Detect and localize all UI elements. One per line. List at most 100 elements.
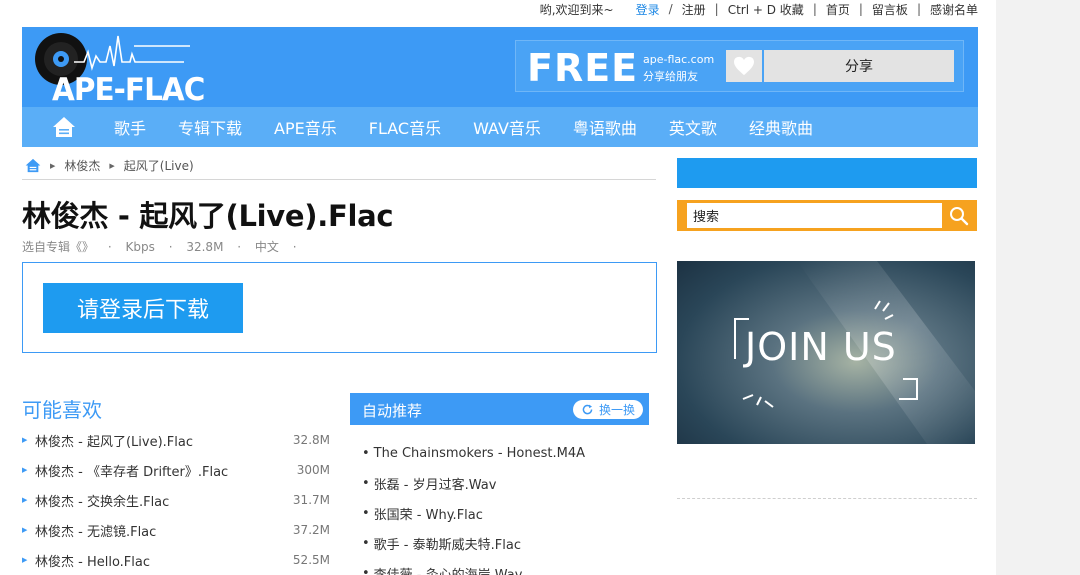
album-info[interactable]: 选自专辑《》: [22, 240, 94, 254]
breadcrumb-home-icon[interactable]: [25, 158, 41, 173]
song-link[interactable]: 张磊 - 岁月过客.Wav: [374, 474, 497, 493]
download-box: 请登录后下载: [22, 262, 657, 353]
language-info: 中文: [254, 240, 279, 254]
join-us-text: JOIN US: [745, 325, 897, 369]
list-item[interactable]: • 李佳薇 - 灸心的海岸.Wav: [362, 558, 652, 575]
promo-share-text: 分享给朋友: [643, 70, 698, 83]
nav-item-albums[interactable]: 专辑下载: [178, 115, 242, 139]
song-link[interactable]: 林俊杰 - 交换余生.Flac: [35, 491, 169, 510]
list-item[interactable]: • 歌手 - 泰勒斯威夫特.Flac: [362, 528, 652, 558]
song-link[interactable]: 李佳薇 - 灸心的海岸.Wav: [374, 564, 523, 575]
list-item[interactable]: ▶ 林俊杰 - 起风了(Live).Flac 32.8M: [22, 425, 330, 455]
promo-free-text: FREE: [527, 46, 639, 90]
site-header: APE-FLAC FREE ape-flac.com 分享给朋友 分享: [22, 27, 978, 108]
register-link[interactable]: 注册: [682, 1, 706, 18]
song-link[interactable]: 林俊杰 - 无滤镜.Flac: [35, 521, 156, 540]
page-right-gutter: [996, 0, 1080, 575]
refresh-icon: [582, 404, 593, 415]
share-button[interactable]: 分享: [764, 50, 954, 82]
meta-dot: ·: [168, 240, 173, 254]
bullet-icon: •: [362, 505, 370, 521]
main-nav: 歌手 专辑下载 APE音乐 FLAC音乐 WAV音乐 粤语歌曲 英文歌 经典歌曲: [22, 107, 978, 147]
bullet-icon: ▶: [22, 436, 28, 444]
song-size: 31.7M: [292, 493, 330, 507]
home-link[interactable]: 首页: [826, 1, 850, 18]
search-button[interactable]: [943, 201, 975, 230]
refresh-button[interactable]: 换一换: [573, 400, 643, 419]
nav-item-english[interactable]: 英文歌: [669, 115, 717, 139]
meta-dot: ·: [107, 240, 112, 254]
recommend-header: 自动推荐 换一换: [350, 393, 649, 425]
divider: |: [858, 2, 863, 16]
breadcrumb: ▶ 林俊杰 ▶ 起风了(Live): [22, 152, 656, 180]
nav-item-flac[interactable]: FLAC音乐: [369, 115, 441, 139]
size-info: 32.8M: [186, 240, 224, 254]
search-icon: [950, 206, 969, 225]
login-to-download-button[interactable]: 请登录后下载: [43, 283, 243, 333]
song-link[interactable]: 林俊杰 - 《幸存者 Drifter》.Flac: [35, 461, 228, 480]
bullet-icon: ▶: [22, 526, 28, 534]
slash-separator: /: [668, 2, 673, 16]
divider: |: [916, 2, 921, 16]
sidebar-banner: [677, 158, 977, 188]
list-item[interactable]: ▶ 林俊杰 - 无滤镜.Flac 37.2M: [22, 515, 330, 545]
login-link[interactable]: 登录: [636, 1, 660, 18]
list-item[interactable]: ▶ 林俊杰 - 《幸存者 Drifter》.Flac 300M: [22, 455, 330, 485]
recommend-list: • The Chainsmokers - Honest.M4A • 张磊 - 岁月过…: [362, 438, 652, 575]
breadcrumb-artist[interactable]: 林俊杰: [64, 157, 100, 174]
thanks-link[interactable]: 感谢名单: [930, 1, 978, 18]
logo-text: APE-FLAC: [52, 72, 205, 108]
site-logo[interactable]: APE-FLAC: [34, 32, 214, 108]
heart-button[interactable]: [726, 50, 762, 82]
list-item[interactable]: • 张磊 - 岁月过客.Wav: [362, 468, 652, 498]
song-link[interactable]: The Chainsmokers - Honest.M4A: [374, 446, 585, 461]
meta-dot: ·: [292, 240, 297, 254]
nav-item-ape[interactable]: APE音乐: [274, 115, 337, 139]
song-link[interactable]: 林俊杰 - Hello.Flac: [35, 551, 150, 570]
list-item[interactable]: ▶ 林俊杰 - 交换余生.Flac 31.7M: [22, 485, 330, 515]
bitrate-info: Kbps: [125, 240, 155, 254]
song-link[interactable]: 林俊杰 - 起风了(Live).Flac: [35, 431, 193, 450]
song-size: 32.8M: [292, 433, 330, 447]
search-input[interactable]: [687, 203, 942, 228]
nav-item-wav[interactable]: WAV音乐: [473, 115, 541, 139]
meta-dot: ·: [237, 240, 242, 254]
divider: |: [714, 2, 719, 16]
breadcrumb-arrow-icon: ▶: [109, 161, 115, 170]
top-bar: 哟,欢迎到来~ 登录 / 注册 | Ctrl + D 收藏 | 首页 | 留言板…: [540, 0, 978, 18]
welcome-text: 哟,欢迎到来~: [539, 2, 614, 17]
maybe-like-heading: 可能喜欢: [22, 398, 102, 422]
song-link[interactable]: 歌手 - 泰勒斯威夫特.Flac: [374, 534, 521, 553]
list-item[interactable]: ▶ 林俊杰 - Hello.Flac 52.5M: [22, 545, 330, 575]
song-size: 52.5M: [292, 553, 330, 567]
search-box: [677, 200, 977, 231]
sidebar-divider: [677, 498, 977, 499]
bullet-icon: •: [362, 475, 370, 491]
bullet-icon: •: [362, 565, 370, 575]
bookmark-link[interactable]: Ctrl + D 收藏: [728, 1, 804, 18]
breadcrumb-arrow-icon: ▶: [50, 161, 56, 170]
bullet-icon: ▶: [22, 466, 28, 474]
song-size: 37.2M: [292, 523, 330, 537]
guestbook-link[interactable]: 留言板: [872, 1, 908, 18]
share-promo-banner: FREE ape-flac.com 分享给朋友 分享: [515, 40, 964, 92]
bullet-icon: ▶: [22, 556, 28, 564]
list-item[interactable]: • 张国荣 - Why.Flac: [362, 498, 652, 528]
bullet-icon: •: [362, 445, 370, 461]
song-size: 300M: [296, 463, 330, 477]
nav-item-cantonese[interactable]: 粤语歌曲: [573, 115, 637, 139]
promo-site-text: ape-flac.com: [643, 53, 715, 66]
heart-icon: [734, 56, 754, 76]
nav-home-button[interactable]: [52, 115, 76, 139]
song-link[interactable]: 张国荣 - Why.Flac: [374, 504, 483, 523]
breadcrumb-song: 起风了(Live): [123, 159, 194, 173]
bullet-icon: ▶: [22, 496, 28, 504]
nav-item-classic[interactable]: 经典歌曲: [749, 115, 813, 139]
nav-item-singers[interactable]: 歌手: [114, 115, 146, 139]
list-item[interactable]: • The Chainsmokers - Honest.M4A: [362, 438, 652, 468]
home-icon: [53, 117, 75, 137]
page-container: 哟,欢迎到来~ 登录 / 注册 | Ctrl + D 收藏 | 首页 | 留言板…: [22, 0, 978, 575]
refresh-label: 换一换: [598, 403, 635, 417]
join-us-banner[interactable]: JOIN US: [677, 261, 975, 444]
song-meta: 选自专辑《》 · Kbps · 32.8M · 中文 ·: [22, 238, 307, 255]
